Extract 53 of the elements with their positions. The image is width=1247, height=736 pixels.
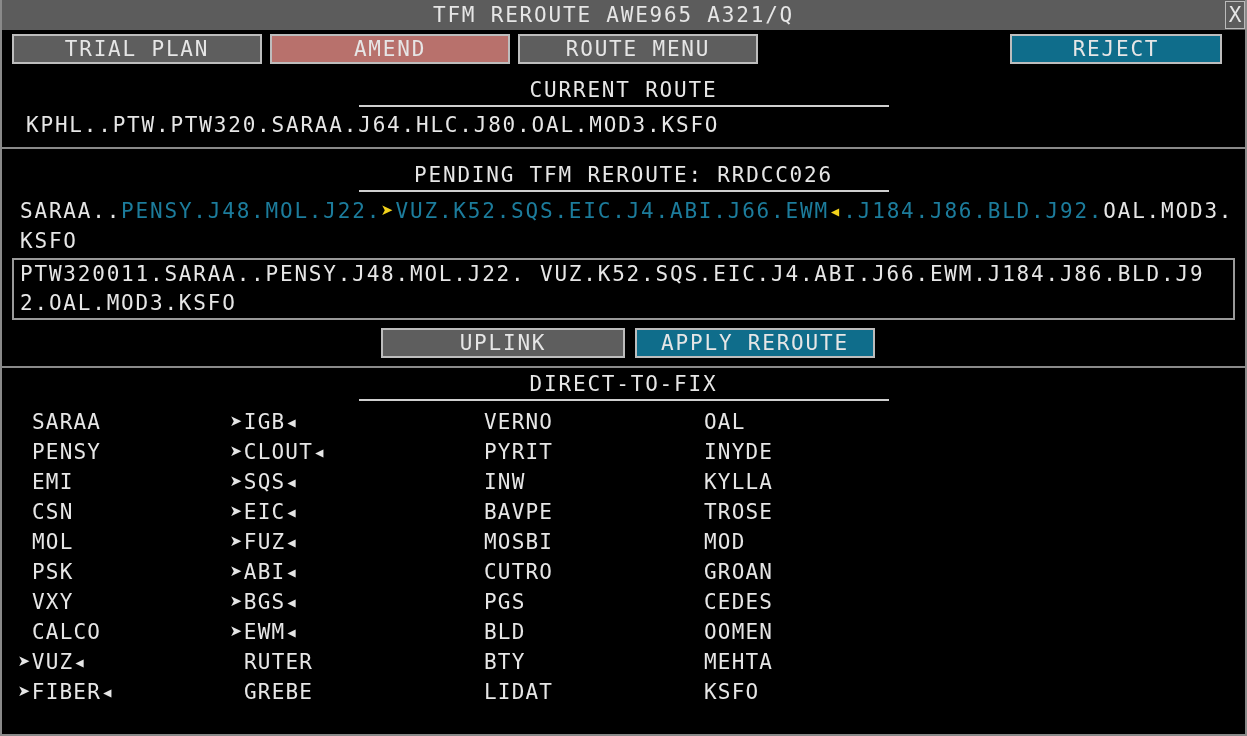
fix-item[interactable]: CALCO: [18, 617, 230, 647]
fix-item[interactable]: SARAA: [18, 407, 230, 437]
fix-item[interactable]: MOSBI: [470, 527, 690, 557]
fix-item[interactable]: ➤EIC◂: [230, 497, 470, 527]
fix-item[interactable]: VXY: [18, 587, 230, 617]
close-button[interactable]: X: [1225, 1, 1245, 29]
route-text: KPHL..PTW.PTW320.SARAA.J64.HLC.J80.OAL.MOD3.KSFO: [25, 112, 721, 139]
window-title: TFM REROUTE AWE965 A321/Q: [431, 3, 796, 27]
toolbar-button[interactable]: TRIAL PLAN: [12, 34, 262, 64]
fix-item[interactable]: ➤FUZ◂: [230, 527, 470, 557]
fix-item[interactable]: MOL: [18, 527, 230, 557]
fix-item[interactable]: BTY: [470, 647, 690, 677]
route-input-field[interactable]: PTW320011.SARAA..PENSY.J48.MOL.J22. VUZ.K52.SQS.EIC.J4.ABI.J66.EWM.J184.J86.BLD.J92.OAL.MOD3.KSFO: [12, 258, 1235, 320]
fix-item[interactable]: OAL: [690, 407, 890, 437]
fix-item[interactable]: TROSE: [690, 497, 890, 527]
action-button[interactable]: APPLY REROUTE: [635, 328, 875, 358]
fix-item[interactable]: GROAN: [690, 557, 890, 587]
fix-item[interactable]: LIDAT: [470, 677, 690, 707]
toolbar-button[interactable]: REJECT: [1010, 34, 1222, 64]
fix-item[interactable]: ➤FIBER◂: [18, 677, 230, 707]
fix-item[interactable]: ➤EWM◂: [230, 617, 470, 647]
toolbar-button[interactable]: ROUTE MENU: [518, 34, 758, 64]
fix-item[interactable]: KSFO: [690, 677, 890, 707]
fix-item[interactable]: ➤CLOUT◂: [230, 437, 470, 467]
section-heading: PENDING TFM REROUTE: RRDCC026: [358, 155, 889, 192]
fix-item[interactable]: MEHTA: [690, 647, 890, 677]
fix-item[interactable]: INYDE: [690, 437, 890, 467]
fix-item[interactable]: ➤ABI◂: [230, 557, 470, 587]
fix-item[interactable]: BAVPE: [470, 497, 690, 527]
fix-item[interactable]: ➤BGS◂: [230, 587, 470, 617]
fix-item[interactable]: BLD: [470, 617, 690, 647]
fix-item[interactable]: PSK: [18, 557, 230, 587]
fix-item[interactable]: PGS: [470, 587, 690, 617]
fix-item[interactable]: RUTER: [230, 647, 470, 677]
action-button[interactable]: UPLINK: [381, 328, 625, 358]
fix-item[interactable]: KYLLA: [690, 467, 890, 497]
section-heading: DIRECT-TO-FIX: [358, 368, 889, 401]
section-heading: CURRENT ROUTE: [358, 70, 889, 107]
fix-item[interactable]: CEDES: [690, 587, 890, 617]
fix-item[interactable]: OOMEN: [690, 617, 890, 647]
fix-item[interactable]: EMI: [18, 467, 230, 497]
reroute-text: SARAA..PENSY.J48.MOL.J22.➤VUZ.K52.SQS.EIC.J4.ABI.J66.EWM◂.J184.J86.BLD.J92.OAL.MOD3.KSFO: [19, 198, 1235, 255]
fix-item[interactable]: VERNO: [470, 407, 690, 437]
fix-item[interactable]: CUTRO: [470, 557, 690, 587]
fix-item[interactable]: INW: [470, 467, 690, 497]
fix-item[interactable]: ➤SQS◂: [230, 467, 470, 497]
fix-item[interactable]: GREBE: [230, 677, 470, 707]
fix-item[interactable]: MOD: [690, 527, 890, 557]
fix-item[interactable]: CSN: [18, 497, 230, 527]
fix-item[interactable]: ➤VUZ◂: [18, 647, 230, 677]
fix-item[interactable]: ➤IGB◂: [230, 407, 470, 437]
fix-item[interactable]: PENSY: [18, 437, 230, 467]
fix-item[interactable]: PYRIT: [470, 437, 690, 467]
